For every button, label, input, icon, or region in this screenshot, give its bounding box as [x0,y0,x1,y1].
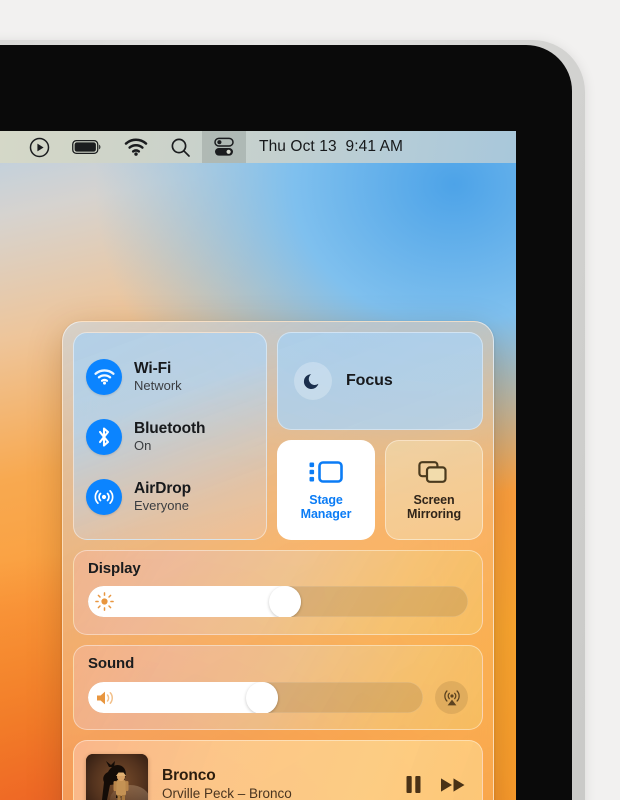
wifi-text: Wi-Fi Network [134,360,182,394]
stage-manager-tile[interactable]: Stage Manager [277,440,375,540]
bluetooth-icon-badge [86,419,122,455]
wifi-menu-icon[interactable] [113,131,159,163]
wifi-icon [93,369,115,385]
screen-mirroring-label-line2: Mirroring [407,507,461,521]
pause-icon [406,776,421,793]
control-center-menu-icon[interactable] [202,131,246,163]
sound-slider-knob[interactable] [245,682,278,713]
screen-mirroring-tile[interactable]: Screen Mirroring [385,440,483,540]
airdrop-icon [94,490,114,504]
album-artwork-bronco[interactable] [86,753,148,800]
search-icon [171,138,190,157]
now-playing-controls [404,774,466,795]
focus-tile[interactable]: Focus [277,332,483,430]
moon-icon [303,374,319,389]
airdrop-status: Everyone [134,498,189,514]
wifi-row[interactable]: Wi-Fi Network [86,347,254,407]
wifi-status: Network [134,378,182,394]
spotlight-menu-icon[interactable] [159,131,202,163]
connectivity-tile: Wi-Fi Network Bluetooth On AirDrop Every… [73,332,267,540]
battery-menu-icon[interactable] [61,131,113,163]
fast-forward-button[interactable] [440,775,466,795]
wifi-title: Wi-Fi [134,360,172,378]
bluetooth-status: On [134,438,152,454]
display-slider-row [88,586,468,617]
control-center-icon [214,137,234,156]
control-center-square-row: Stage Manager Screen Mirroring [277,440,483,540]
bluetooth-row[interactable]: Bluetooth On [86,407,254,467]
stage-manager-label-line1: Stage [309,492,343,507]
album-artwork-image [86,753,148,800]
airdrop-text: AirDrop Everyone [134,480,191,514]
airdrop-row[interactable]: AirDrop Everyone [86,467,254,527]
airdrop-title: AirDrop [134,480,191,498]
stage-manager-label: Stage Manager [301,493,352,522]
sound-slider[interactable] [88,682,423,713]
airplay-audio-button[interactable] [435,681,468,714]
wifi-icon [124,138,148,156]
display-title: Display [88,560,141,577]
focus-label: Focus [346,372,393,389]
bluetooth-text: Bluetooth On [134,420,206,454]
track-artist-album: Orville Peck – Bronco [162,785,292,800]
menu-bar: Thu Oct 13 9:41 AM [0,131,516,163]
pause-button[interactable] [404,774,423,795]
display-tile: Display [73,550,483,635]
wifi-icon-badge [86,359,122,395]
now-playing-text: Bronco Orville Peck – Bronco [162,766,404,800]
speaker-icon-wrap [95,689,116,707]
screen-mirroring-label: Screen Mirroring [407,493,461,522]
control-center-top-row: Wi-Fi Network Bluetooth On AirDrop Every… [73,332,483,540]
track-title: Bronco [162,767,216,785]
control-center-panel: Wi-Fi Network Bluetooth On AirDrop Every… [62,321,494,800]
airdrop-icon-badge [86,479,122,515]
stage-manager-label-line2: Manager [300,507,352,521]
screen-mirroring-label-line1: Screen [413,492,455,507]
brightness-icon [95,592,114,611]
battery-icon [72,139,101,155]
focus-icon-badge [294,362,332,400]
sound-slider-row [88,681,468,714]
sound-title: Sound [88,655,135,672]
menu-bar-clock[interactable]: Thu Oct 13 9:41 AM [259,138,403,156]
fast-forward-icon [441,777,465,792]
speaker-icon [97,691,113,704]
stage-manager-icon [309,460,343,483]
bluetooth-title: Bluetooth [134,420,206,438]
screenshot-root: Thu Oct 13 9:41 AM Wi-Fi Network Bluetoo… [0,0,620,800]
display-slider-knob[interactable] [268,586,301,617]
screen-mirroring-icon [418,460,447,483]
airplay-audio-icon [443,689,460,705]
display-slider[interactable] [88,586,468,617]
bluetooth-icon [98,427,110,447]
now-playing-menu-icon[interactable] [18,131,61,163]
sound-tile: Sound [73,645,483,730]
now-playing-tile: Bronco Orville Peck – Bronco [73,740,483,800]
brightness-icon-wrap [95,592,114,611]
display-screen: Thu Oct 13 9:41 AM Wi-Fi Network Bluetoo… [0,131,516,800]
control-center-right-column: Focus Stage Manager Screen Mirroring [277,332,483,540]
media-play-circle-icon [29,137,50,157]
